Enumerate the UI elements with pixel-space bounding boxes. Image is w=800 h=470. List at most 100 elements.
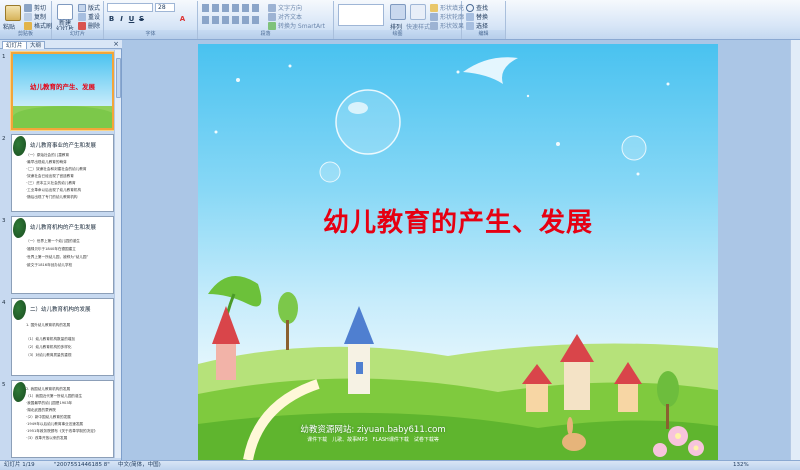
strikethrough-icon[interactable]: S (137, 15, 146, 23)
thumb-line: ·（三）资本主义社会的幼儿教育 (26, 181, 76, 185)
scissors-icon (24, 3, 32, 12)
reset-icon (78, 12, 86, 21)
thumb-line: （1）幼儿教育机构数量的增加 (26, 337, 76, 341)
delete-slide-button[interactable]: 删除 (78, 21, 100, 30)
slide-thumbnail-4[interactable]: 二）幼儿教育机构的发展 1. 国外幼儿教育机构的发展 （1）幼儿教育机构数量的增… (11, 298, 114, 376)
zoom-level[interactable]: 132% (733, 461, 749, 470)
effects-icon (430, 21, 438, 30)
shape-effects-button[interactable]: 形状效果 (430, 21, 464, 30)
fill-icon (430, 3, 438, 12)
thumb-line: ·湖北武昌的蒙养院 (26, 408, 56, 412)
slide-canvas[interactable]: 幼儿教育的产生、发展 幼教资源网站: ziyuan.baby611.com 课件… (198, 44, 718, 460)
list-buttons-icon[interactable] (202, 4, 262, 12)
outline-icon (430, 12, 438, 21)
slide-background-art (198, 57, 718, 460)
thumb-title: 二）幼儿教育机构的发展 (30, 307, 91, 313)
delete-icon (78, 21, 86, 30)
shapes-gallery[interactable] (338, 4, 384, 26)
replace-icon (466, 12, 474, 21)
thumb-title: 幼儿教育机构的产生和发展 (30, 225, 97, 231)
slide-thumbnail-3[interactable]: 幼儿教育机构的产生和发展 （一）世界上第一个幼儿园的诞生 ·福禄贝尔于1840年… (11, 216, 114, 294)
italic-icon[interactable]: I (117, 15, 126, 23)
ribbon: 粘贴 剪切 复制 格式刷 剪贴板 新建幻灯片 版式 重设 删除 幻灯片 28 B… (0, 0, 800, 40)
replace-button[interactable]: 替换 (466, 12, 488, 21)
thumb-line: 2. 我国幼儿教育机构的发展 (26, 387, 71, 391)
vertical-scrollbar[interactable] (790, 40, 800, 460)
delete-label: 删除 (88, 23, 101, 30)
editing-group: 查找 替换 选择 编辑 (462, 1, 506, 39)
quick-styles-icon[interactable] (410, 4, 426, 20)
replace-label: 替换 (476, 14, 489, 21)
bold-icon[interactable]: B (107, 15, 116, 23)
shape-fill-button[interactable]: 形状填充 (430, 3, 464, 12)
font-size-combo[interactable]: 28 (155, 3, 175, 12)
slide-number: 5 (2, 382, 6, 388)
paste-icon[interactable] (5, 5, 21, 21)
align-text-label: 对齐文本 (278, 14, 303, 21)
new-slide-icon[interactable] (57, 4, 73, 20)
status-bar: 幻灯片 1/19 "2007551446185 8" 中文(简体，中国) 132… (0, 460, 800, 470)
find-label: 查找 (476, 5, 489, 12)
align-text-button[interactable]: 对齐文本 (268, 12, 302, 21)
thumb-line: ·奴隶社会已经出现了宫廷教育 (26, 174, 74, 178)
thumb-line: 1. 国外幼儿教育机构的发展 (26, 323, 71, 327)
cursor-icon (466, 21, 474, 30)
font-name-combo[interactable] (107, 3, 153, 12)
smartart-button[interactable]: 转换为 SmartArt (268, 21, 325, 30)
smartart-icon (268, 21, 276, 30)
copy-button[interactable]: 复制 (24, 12, 46, 21)
thumbnail-scrollbar[interactable] (114, 50, 121, 458)
format-painter-button[interactable]: 格式刷 (24, 21, 52, 30)
fill-label: 形状填充 (440, 5, 465, 12)
thumb-line: ·（3）改革开放以来的发展 (26, 436, 68, 440)
cut-label: 剪切 (34, 5, 47, 12)
paragraph-group-label: 段落 (198, 30, 333, 39)
select-label: 选择 (476, 23, 489, 30)
drawing-group-label: 绘图 (334, 30, 461, 39)
slide-counter: 幻灯片 1/19 (4, 462, 35, 468)
slide-thumbnail-1[interactable]: 幼儿教育的产生、发展 (11, 52, 114, 130)
font-color-icon[interactable]: A (178, 15, 187, 23)
cut-button[interactable]: 剪切 (24, 3, 46, 12)
slide-number: 2 (2, 136, 6, 142)
copy-label: 复制 (34, 14, 47, 21)
close-icon[interactable]: × (113, 40, 119, 48)
font-group-label: 字体 (104, 30, 197, 39)
tab-slides[interactable]: 幻灯片 (2, 41, 27, 49)
select-button[interactable]: 选择 (466, 21, 488, 30)
layout-icon (78, 3, 86, 12)
reset-button[interactable]: 重设 (78, 12, 100, 21)
slide-title[interactable]: 幼儿教育的产生、发展 (198, 202, 718, 239)
drawing-group: 排列 快速样式 形状填充 形状轮廓 形状效果 绘图 (334, 1, 464, 39)
find-button[interactable]: 查找 (466, 3, 488, 12)
leaf-decoration (13, 382, 26, 402)
thumb-grass (13, 106, 112, 128)
editing-group-label: 编辑 (462, 30, 505, 39)
layout-button[interactable]: 版式 (78, 3, 100, 12)
slide-footer[interactable]: 幼教资源网站: ziyuan.baby611.com 课件下载 儿歌、故事MP3… (288, 423, 458, 443)
panel-tabs: 幻灯片 大纲 × (0, 40, 122, 49)
theme-name: "2007551446185 8" (54, 462, 110, 468)
slide-thumbnail-2[interactable]: 幼儿教育事业的产生和发展 （一）原始社会的儿童教育 ·最早出现幼儿教育的萌芽 ·… (11, 134, 114, 212)
reset-label: 重设 (88, 14, 101, 21)
slide-number: 1 (2, 54, 6, 60)
underline-icon[interactable]: U (127, 15, 136, 23)
thumb-line: （3）对幼儿教育质量的重视 (26, 353, 72, 357)
tab-outline[interactable]: 大纲 (26, 41, 46, 49)
outline-label: 形状轮廓 (440, 14, 465, 21)
text-direction-label: 文字方向 (278, 5, 303, 12)
slides-panel: 幻灯片 大纲 × 1 幼儿教育的产生、发展 2 幼儿教育事业的产生和发展 （一）… (0, 40, 122, 460)
footer-website: 幼教资源网站: ziyuan.baby611.com (300, 425, 446, 435)
thumb-line: ·工业革命以后出现了幼儿教育机构 (26, 188, 82, 192)
paragraph-group: 文字方向 对齐文本 转换为 SmartArt 段落 (198, 1, 334, 39)
slides-group: 新建幻灯片 版式 重设 删除 幻灯片 (52, 1, 104, 39)
slide-thumbnail-5[interactable]: 2. 我国幼儿教育机构的发展 （1）我国近代第一所幼儿园的诞生 ·我国最早的幼儿… (11, 380, 114, 458)
scrollbar-thumb[interactable] (116, 58, 121, 98)
arrange-icon[interactable] (390, 4, 406, 20)
thumb-line: ·随后出现了专门的幼儿教育机构 (26, 195, 78, 199)
text-direction-button[interactable]: 文字方向 (268, 3, 302, 12)
align-buttons-icon[interactable] (202, 16, 262, 24)
leaf-decoration (13, 218, 26, 238)
shape-outline-button[interactable]: 形状轮廓 (430, 12, 464, 21)
leaf-decoration (13, 136, 26, 156)
